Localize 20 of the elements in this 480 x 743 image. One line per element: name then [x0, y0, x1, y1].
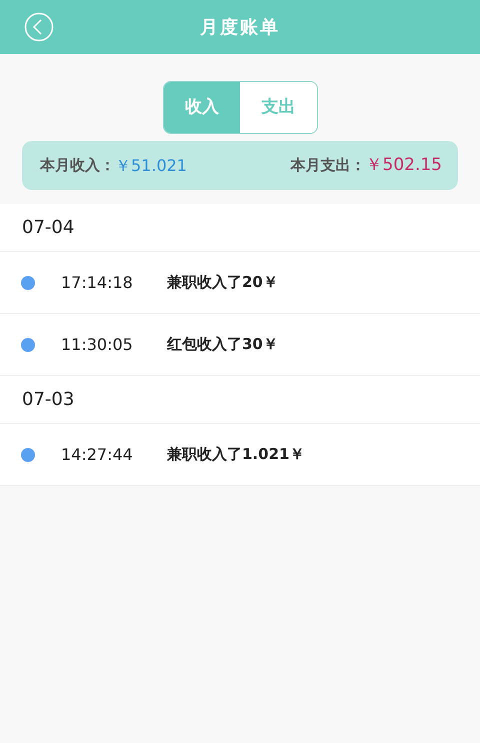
time-text: 11:30:05: [61, 334, 134, 356]
income-label: 本月收入：: [40, 155, 115, 176]
record-text: 兼职收入了20￥: [167, 272, 278, 294]
tab[interactable]: 收入: [164, 82, 240, 133]
expense-label: 本月支出：: [290, 155, 366, 176]
time-text: 14:27:44: [61, 444, 134, 466]
expense-amount: ￥502.15: [366, 154, 442, 177]
page-title: 月度账单: [200, 16, 280, 40]
dot-icon: [21, 448, 35, 462]
date-header: 07-04: [22, 216, 74, 240]
time-text: 17:14:18: [61, 272, 134, 294]
back-icon: [24, 12, 54, 42]
record-text: 红包收入了30￥: [167, 334, 278, 356]
dot-icon: [21, 276, 35, 290]
income-amount: ￥51.021: [115, 154, 187, 176]
record-text: 兼职收入了1.021￥: [167, 444, 304, 466]
dot-icon: [21, 338, 35, 352]
date-header: 07-03: [22, 388, 74, 412]
tab[interactable]: 支出: [240, 82, 316, 133]
back-button[interactable]: [24, 12, 54, 42]
